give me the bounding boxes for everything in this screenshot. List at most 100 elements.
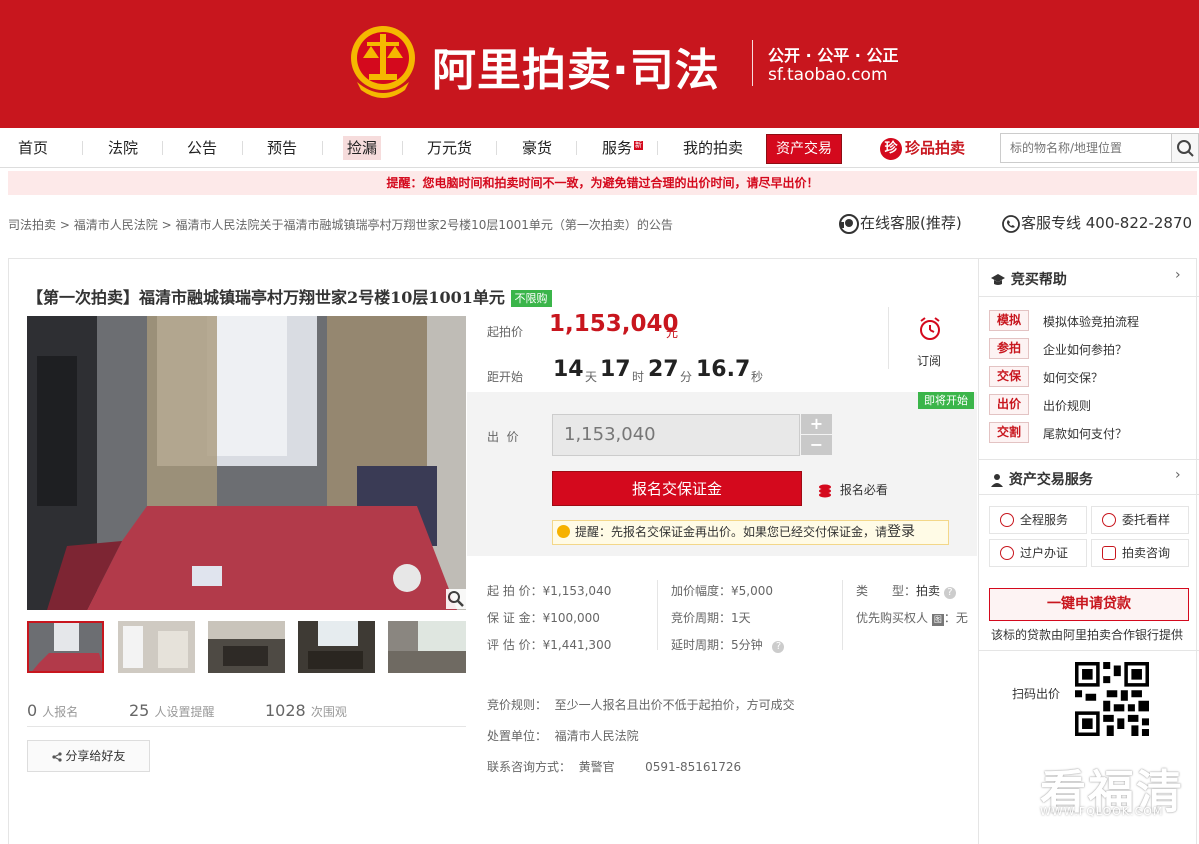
chat-bubble-icon	[1102, 546, 1116, 560]
chevron-right-icon[interactable]: ›	[1175, 467, 1181, 483]
register-deposit-button[interactable]: 报名交保证金	[552, 471, 802, 506]
full-service-button[interactable]: 全程服务	[989, 506, 1087, 534]
breadcrumb-link[interactable]: 福清市人民法院	[74, 218, 158, 232]
service-label: 全程服务	[1020, 513, 1069, 527]
search-button[interactable]	[1171, 133, 1199, 163]
help-item-text[interactable]: 尾款如何支付？	[1043, 425, 1127, 442]
coins-icon	[819, 484, 831, 497]
qr-code-icon[interactable]	[1075, 662, 1149, 736]
help-item-text[interactable]: 出价规则	[1043, 397, 1091, 414]
sidebar-divider	[979, 650, 1199, 651]
breadcrumb-separator: >	[161, 218, 172, 232]
nav-separator	[657, 141, 658, 155]
time-warning-notice: 提醒：您电脑时间和拍卖时间不一致，为避免错过合理的出价时间，请尽早出价！	[8, 171, 1197, 195]
treasure-label: 珍品拍卖	[905, 139, 966, 157]
priority-info-icon[interactable]: 图	[931, 614, 944, 626]
auction-consult-button[interactable]: 拍卖咨询	[1091, 539, 1189, 567]
help-tag[interactable]: 出价	[989, 394, 1029, 415]
auction-title: 【第一次拍卖】福清市融城镇瑞亭村万翔世家2号楼10层1001单元 不限购	[27, 284, 552, 308]
reg-count-value: 0	[27, 701, 38, 720]
zoom-button[interactable]	[446, 589, 466, 609]
bid-amount-field[interactable]: 1,153,040	[552, 414, 800, 456]
nav-treasure-auction[interactable]: 珍珍品拍卖	[880, 128, 965, 168]
disposal-unit: 处置单位： 福清市人民法院	[487, 729, 639, 743]
decrease-bid-button[interactable]: −	[801, 435, 832, 455]
nav-service[interactable]: 服务新	[602, 128, 644, 168]
nav-bargain[interactable]: 捡漏	[343, 136, 382, 160]
days-unit: 天	[585, 370, 598, 384]
help-tag[interactable]: 模拟	[989, 310, 1029, 331]
photo-thumbnail[interactable]	[388, 621, 466, 673]
breadcrumb-separator: >	[59, 218, 70, 232]
registration-count: 0 人报名	[27, 701, 78, 720]
countdown-minutes: 27	[648, 357, 679, 382]
thumbnail-image	[388, 621, 466, 673]
watermark-url: WWW.FQLOOK.COM	[1040, 805, 1164, 818]
detail-type: 类 型：拍卖 ?	[856, 582, 956, 599]
help-item-text[interactable]: 模拟体验竞拍流程	[1043, 313, 1139, 330]
help-circle-icon[interactable]: ?	[772, 641, 785, 653]
main-nav: 首页 法院 公告 预告 捡漏 万元货 豪货 服务新 我的拍卖 资产交易 珍珍品拍…	[0, 128, 1199, 168]
nav-10k-goods[interactable]: 万元货	[427, 128, 472, 168]
asset-service-header[interactable]: 资产交易服务	[990, 469, 1093, 489]
countdown-seconds: 16.7	[696, 357, 751, 382]
nav-preview[interactable]: 预告	[267, 128, 297, 168]
hotline: 客服专线 400-822-2870	[1001, 212, 1192, 234]
nav-court[interactable]: 法院	[108, 128, 138, 168]
nav-my-auctions[interactable]: 我的拍卖	[683, 128, 743, 168]
person-badge-icon	[1000, 546, 1014, 560]
sidebar-divider	[979, 296, 1199, 297]
chevron-right-icon[interactable]: ›	[1175, 267, 1181, 283]
view-count-value: 1028	[265, 701, 306, 720]
location-pin-icon	[1102, 513, 1116, 527]
transfer-certificate-button[interactable]: 过户办证	[989, 539, 1087, 567]
nav-separator	[402, 141, 403, 155]
photo-thumbnail[interactable]	[208, 621, 285, 673]
bidding-help-header[interactable]: 竞买帮助	[990, 269, 1067, 289]
main-photo[interactable]	[27, 316, 466, 610]
search-icon	[1177, 140, 1194, 157]
share-icon	[51, 751, 62, 762]
photo-thumbnail[interactable]	[118, 621, 195, 673]
apply-loan-button[interactable]: 一键申请贷款	[989, 588, 1189, 621]
photo-thumbnail[interactable]	[298, 621, 375, 673]
unlimited-purchase-tag: 不限购	[510, 290, 552, 307]
subscribe-button[interactable]: 订阅	[916, 316, 944, 369]
commission-viewing-button[interactable]: 委托看样	[1091, 506, 1189, 534]
help-item-text[interactable]: 如何交保？	[1043, 369, 1103, 386]
header-banner: 阿里拍卖·司法 公开 · 公平 · 公正 sf.taobao.com	[0, 0, 1199, 128]
breadcrumb-link[interactable]: 司法拍卖	[8, 218, 56, 232]
brand-divider	[752, 40, 753, 86]
help-tag[interactable]: 参拍	[989, 338, 1029, 359]
help-tag[interactable]: 交保	[989, 366, 1029, 387]
bid-label: 出 价	[487, 430, 519, 444]
registration-guide-link[interactable]: 报名必看	[818, 481, 888, 498]
increase-bid-button[interactable]: +	[801, 414, 832, 434]
detail-priority-buyer: 优先购买权人 图：无	[856, 609, 968, 626]
subscribe-label: 订阅	[916, 354, 941, 368]
graduation-cap-icon	[991, 274, 1005, 285]
help-circle-icon[interactable]: ?	[943, 587, 956, 599]
must-read-label: 报名必看	[839, 483, 888, 497]
login-link[interactable]: 登录	[887, 524, 915, 540]
online-service-label: 在线客服(推荐)	[860, 214, 962, 232]
online-service-link[interactable]: 在线客服(推荐)	[838, 212, 962, 235]
seconds-unit: 秒	[751, 370, 764, 384]
help-tag[interactable]: 交割	[989, 422, 1029, 443]
nav-announcement[interactable]: 公告	[187, 128, 217, 168]
photo-thumbnail[interactable]	[27, 621, 104, 673]
nav-asset-trade[interactable]: 资产交易	[766, 134, 842, 164]
price-unit: 元	[666, 326, 679, 340]
minutes-unit: 分	[680, 370, 693, 384]
breadcrumb: 司法拍卖 > 福清市人民法院 > 福清市人民法院关于福清市融城镇瑞亭村万翔世家2…	[8, 216, 673, 233]
brand-name[interactable]: 阿里拍卖·司法	[432, 34, 720, 98]
nav-home[interactable]: 首页	[18, 128, 48, 168]
delay-text: 延时周期：5分钟	[671, 638, 763, 652]
tip-text: 提醒：先报名交保证金再出价。如果您已经交付保证金，请	[575, 525, 888, 539]
search-input[interactable]	[1000, 133, 1172, 163]
countdown-label: 距开始	[487, 370, 524, 384]
help-item-text[interactable]: 企业如何参拍？	[1043, 341, 1127, 358]
nav-luxury[interactable]: 豪货	[522, 128, 552, 168]
new-badge: 新	[634, 141, 644, 150]
share-button[interactable]: 分享给好友	[27, 740, 150, 772]
